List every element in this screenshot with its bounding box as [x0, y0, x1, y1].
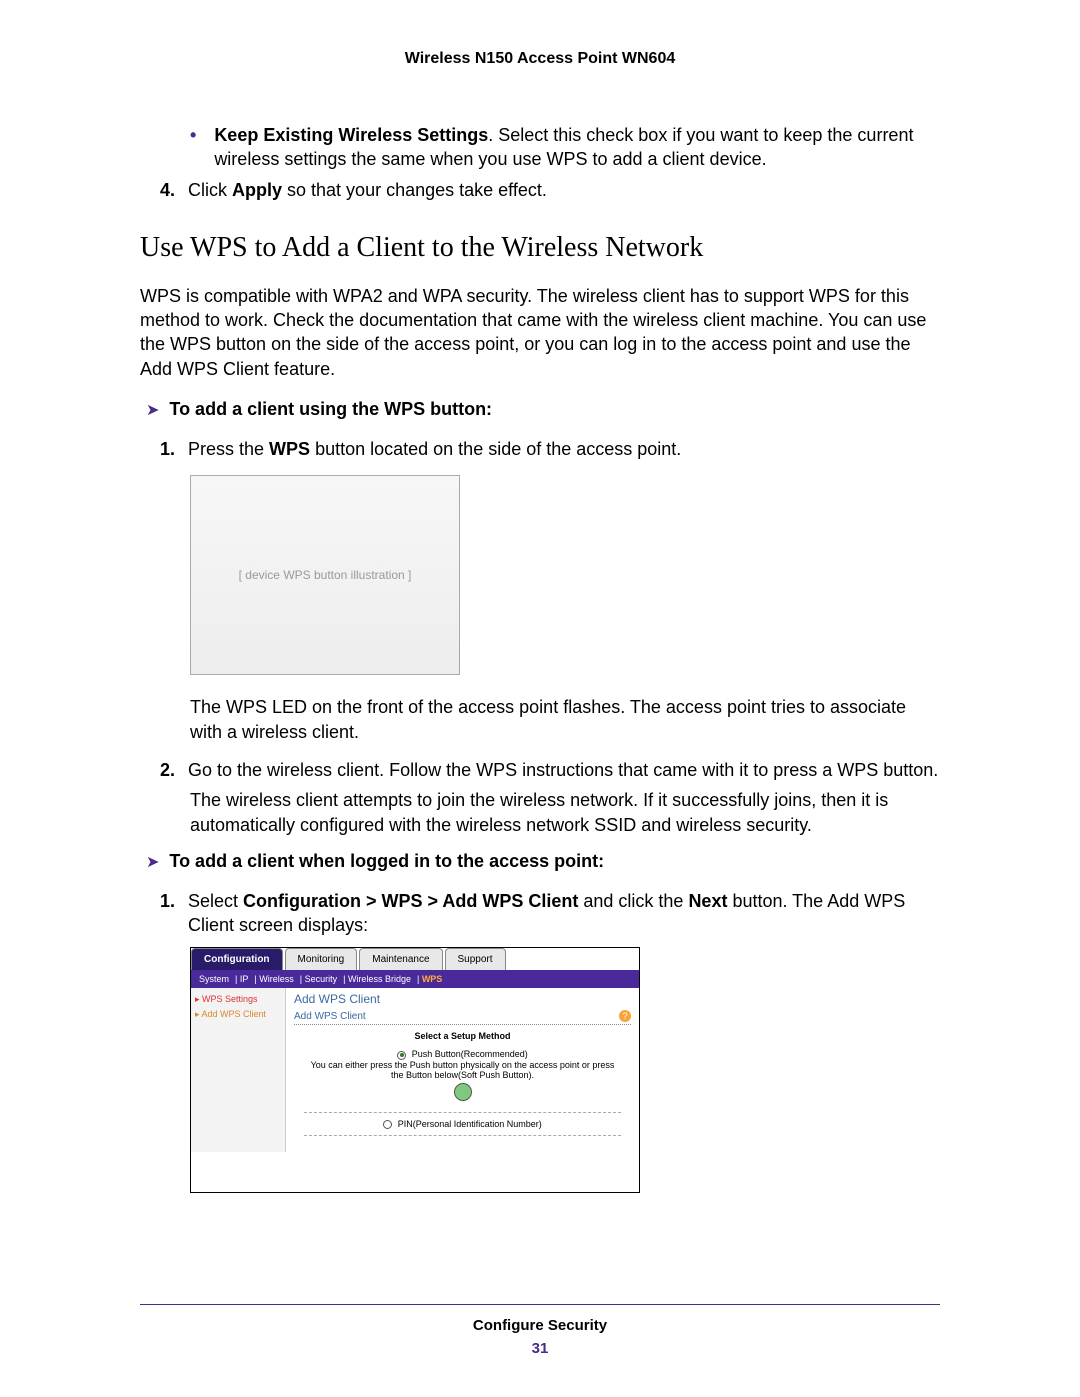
proc1-after-image-text: The WPS LED on the front of the access p… [190, 695, 940, 744]
setup-method-label: Select a Setup Method [414, 1031, 510, 1041]
step-4: 4. Click Apply so that your changes take… [160, 178, 940, 202]
step-4-post: so that your changes take effect. [282, 180, 547, 200]
radio-pin [383, 1120, 392, 1129]
page-header: Wireless N150 Access Point WN604 [140, 50, 940, 68]
side-menu: ▸ WPS Settings ▸ Add WPS Client [191, 988, 286, 1151]
tab-monitoring: Monitoring [285, 948, 358, 970]
proc2-step-1-bold2: Next [688, 891, 727, 911]
subnav-wireless-bridge: Wireless Bridge [348, 974, 411, 984]
subnav: System| IP| Wireless| Security| Wireless… [191, 970, 639, 988]
procedure-2-heading: ➤ To add a client when logged in to the … [146, 851, 940, 875]
procedure-1-title: To add a client using the WPS button: [169, 399, 492, 420]
tab-configuration: Configuration [191, 948, 283, 970]
proc1-step-1-pre: Press the [188, 439, 269, 459]
help-icon: ? [619, 1010, 631, 1022]
opt-pin: PIN(Personal Identification Number) [398, 1119, 542, 1129]
section-title: Use WPS to Add a Client to the Wireless … [140, 232, 940, 264]
intro-paragraph: WPS is compatible with WPA2 and WPA secu… [140, 284, 940, 381]
page-footer: Configure Security 31 [0, 1304, 1080, 1357]
subnav-system: System [199, 974, 229, 984]
opt-push-button-desc: You can either press the Push button phy… [304, 1060, 621, 1080]
tab-maintenance: Maintenance [359, 948, 442, 970]
proc1-step-1-number: 1. [160, 437, 188, 461]
proc1-step-2-text: Go to the wireless client. Follow the WP… [188, 758, 940, 782]
proc1-step-1-post: button located on the side of the access… [310, 439, 681, 459]
procedure-2-title: To add a client when logged in to the ac… [169, 851, 604, 872]
footer-title: Configure Security [0, 1317, 1080, 1334]
procedure-1-heading: ➤ To add a client using the WPS button: [146, 399, 940, 423]
proc1-step-2-number: 2. [160, 758, 188, 782]
opt-push-button: Push Button(Recommended) [412, 1049, 528, 1059]
step-4-pre: Click [188, 180, 232, 200]
step-4-bold: Apply [232, 180, 282, 200]
panel-title: Add WPS Client [294, 992, 631, 1006]
add-wps-client-screenshot: Configuration Monitoring Maintenance Sup… [190, 947, 640, 1192]
bullet-lead-bold: Keep Existing Wireless Settings [214, 125, 488, 145]
footer-page-number: 31 [0, 1340, 1080, 1357]
proc1-step-2: 2. Go to the wireless client. Follow the… [160, 758, 940, 782]
step-4-number: 4. [160, 178, 188, 202]
panel-subtitle: Add WPS Client [294, 1011, 366, 1022]
arrow-icon: ➤ [146, 851, 159, 875]
proc1-step-1-bold: WPS [269, 439, 310, 459]
proc2-step-1-bold1: Configuration > WPS > Add WPS Client [243, 891, 578, 911]
proc2-step-1: 1. Select Configuration > WPS > Add WPS … [160, 889, 940, 938]
wps-button-photo: [ device WPS button illustration ] [190, 475, 460, 675]
side-wps-settings: ▸ WPS Settings [195, 994, 281, 1005]
subnav-security: Security [305, 974, 338, 984]
arrow-icon: ➤ [146, 399, 159, 423]
proc2-step-1-pre: Select [188, 891, 243, 911]
proc2-step-1-number: 1. [160, 889, 188, 938]
side-add-wps-client: ▸ Add WPS Client [195, 1009, 281, 1020]
proc1-step-1: 1. Press the WPS button located on the s… [160, 437, 940, 461]
tab-support: Support [445, 948, 506, 970]
proc1-step-2-after: The wireless client attempts to join the… [190, 788, 940, 837]
subnav-wps: WPS [422, 974, 443, 984]
subnav-wireless: Wireless [259, 974, 294, 984]
bullet-keep-settings: • Keep Existing Wireless Settings. Selec… [190, 123, 940, 172]
soft-wps-button-icon [454, 1083, 472, 1101]
proc2-step-1-mid: and click the [578, 891, 688, 911]
bullet-dot-icon: • [190, 123, 196, 172]
subnav-ip: IP [240, 974, 249, 984]
radio-push-button [397, 1051, 406, 1060]
